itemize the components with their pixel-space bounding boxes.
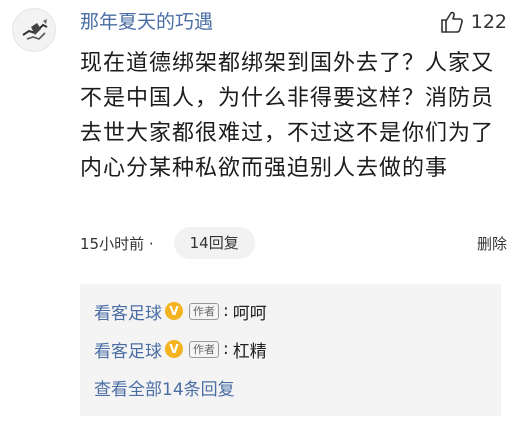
comment-card: 那年夏天的巧遇 122 现在道德绑架都绑架到国外去了？人家又不是中国人，为什么非… [0,0,521,433]
reply-author-name[interactable]: 看客足球 [94,299,162,324]
view-all-replies-link[interactable]: 查看全部14条回复 [94,375,235,400]
like-button[interactable]: 122 [439,6,507,38]
verified-badge-icon: V [165,302,183,320]
reply-item[interactable]: 看客足球 V 作者 : 杠精 [94,330,487,368]
author-tag: 作者 [189,302,219,320]
reply-separator: : [223,339,229,359]
avatar[interactable] [12,8,56,52]
delete-button[interactable]: 删除 [477,233,507,254]
reply-author-name[interactable]: 看客足球 [94,337,162,362]
verified-badge-icon: V [165,340,183,358]
avatar-drawing-icon [22,19,48,40]
like-count: 122 [470,11,507,33]
thumbs-up-icon [440,11,463,33]
view-all-replies-row: 查看全部14条回复 [94,368,487,406]
comment-meta: 15小时前 · 14回复 删除 [80,226,507,260]
replies-box: 看客足球 V 作者 : 呵呵 看客足球 V 作者 : 杠精 查看全部14条回复 [80,284,501,416]
reply-separator: : [223,301,229,321]
comment-time: 15小时前 · [80,234,154,253]
comment-text: 现在道德绑架都绑架到国外去了？人家又不是中国人，为什么非得要这样？消防员去世大家… [80,51,495,181]
reply-text: 杠精 [232,341,267,362]
reply-count-button[interactable]: 14回复 [173,227,255,259]
author-tag: 作者 [189,340,219,358]
reply-text: 呵呵 [232,303,267,324]
reply-item[interactable]: 看客足球 V 作者 : 呵呵 [94,292,487,330]
comment-username[interactable]: 那年夏天的巧遇 [80,6,213,38]
